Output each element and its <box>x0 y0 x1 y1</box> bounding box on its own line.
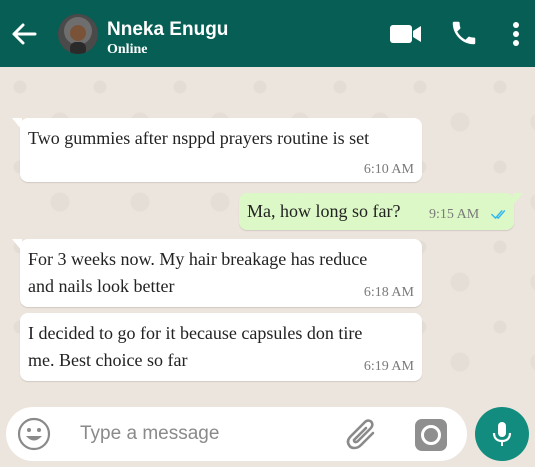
phone-icon[interactable] <box>449 18 479 48</box>
camera-lens <box>421 425 441 445</box>
back-arrow-icon[interactable] <box>8 18 40 50</box>
video-call-icon[interactable] <box>388 20 424 48</box>
emoji-icon[interactable] <box>17 417 51 451</box>
contact-status: Online <box>107 42 148 57</box>
camera-icon[interactable] <box>415 419 447 451</box>
message-text: For 3 weeks now. My hair breakage has re… <box>28 249 368 269</box>
chat-header: Nneka Enugu Online <box>0 0 535 67</box>
avatar[interactable] <box>58 14 98 54</box>
message-text-line2: and nails look better <box>28 276 175 296</box>
message-bubble-outgoing[interactable]: Ma, how long so far? 9:15 AM <box>239 193 523 230</box>
message-time: 9:15 AM <box>429 207 480 222</box>
contact-name[interactable]: Nneka Enugu <box>107 19 228 41</box>
composer-bar <box>0 400 535 467</box>
microphone-button[interactable] <box>475 407 529 461</box>
bubble-tail <box>513 193 523 205</box>
message-text: Ma, how long so far? <box>247 201 401 221</box>
message-text: I decided to go for it because capsules … <box>28 323 363 343</box>
message-text-line2: me. Best choice so far <box>28 350 188 370</box>
message-bubble-incoming[interactable]: Two gummies after nsppd prayers routine … <box>12 118 422 182</box>
message-time: 6:19 AM <box>363 359 414 374</box>
microphone-icon <box>492 422 512 446</box>
message-time: 6:18 AM <box>363 285 414 300</box>
double-check-icon <box>491 210 506 219</box>
message-time: 6:10 AM <box>363 162 414 177</box>
message-input[interactable] <box>80 419 330 449</box>
message-composer <box>6 407 467 461</box>
bubble-tail <box>12 118 22 130</box>
message-bubble-incoming[interactable]: For 3 weeks now. My hair breakage has re… <box>12 239 422 307</box>
bubble-tail <box>12 239 22 251</box>
avatar-image <box>58 14 98 54</box>
message-text: Two gummies after nsppd prayers routine … <box>28 128 370 148</box>
paperclip-icon[interactable] <box>344 416 382 454</box>
more-options-icon[interactable] <box>506 18 526 50</box>
chat-area[interactable]: Two gummies after nsppd prayers routine … <box>0 67 535 400</box>
message-bubble-incoming[interactable]: I decided to go for it because capsules … <box>20 313 422 381</box>
